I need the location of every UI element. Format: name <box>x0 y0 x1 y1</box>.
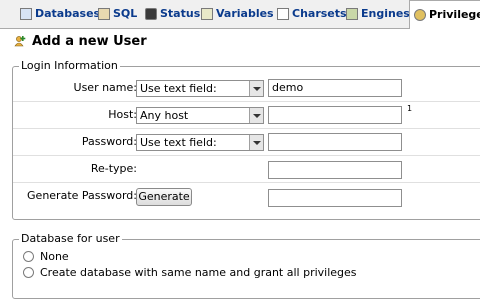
retype-input[interactable] <box>268 161 402 179</box>
retype-row: Re-type: <box>13 156 480 183</box>
generate-password-label: Generate Password: <box>27 189 137 202</box>
db-option-create-same-name[interactable]: Create database with same name and grant… <box>23 266 357 279</box>
variables-icon <box>201 8 213 20</box>
username-label: User name: <box>73 81 137 94</box>
tab-status-label: Status <box>160 7 201 20</box>
tab-status[interactable]: Status <box>145 3 200 25</box>
password-label: Password: <box>81 135 137 148</box>
tab-variables-label: Variables <box>216 7 274 20</box>
retype-label: Re-type: <box>90 162 137 175</box>
top-tab-bar: Databases SQL Status Variables Charsets … <box>0 0 480 29</box>
tab-charsets-label: Charsets <box>292 7 347 20</box>
password-input[interactable] <box>268 133 402 151</box>
tab-privileges[interactable]: Privileges <box>409 0 480 29</box>
generate-password-row: Generate Password: Generate <box>13 183 480 210</box>
password-mode-select[interactable]: Use text field: <box>136 134 264 151</box>
host-footnote-marker: 1 <box>407 104 413 113</box>
login-information-fieldset: Login Information User name: Use text fi… <box>12 59 480 220</box>
db-option-none-label: None <box>40 250 69 263</box>
privileges-icon <box>414 9 426 21</box>
tab-sql[interactable]: SQL <box>98 3 137 25</box>
chevron-down-icon[interactable] <box>249 135 263 150</box>
chevron-down-icon[interactable] <box>249 81 263 96</box>
host-row: Host: Any host 1 <box>13 102 480 129</box>
radio-none[interactable] <box>23 251 34 262</box>
tab-sql-label: SQL <box>113 7 138 20</box>
username-mode-select[interactable]: Use text field: <box>136 80 264 97</box>
radio-create-same-name[interactable] <box>23 267 34 278</box>
username-mode-value: Use text field: <box>140 82 217 95</box>
tab-engines-label: Engines <box>361 7 410 20</box>
username-input[interactable]: demo <box>268 79 402 97</box>
charsets-icon <box>277 8 289 20</box>
password-row: Password: Use text field: <box>13 129 480 156</box>
host-mode-select[interactable]: Any host <box>136 107 264 124</box>
databases-icon <box>20 8 32 20</box>
tab-charsets[interactable]: Charsets <box>277 3 347 25</box>
host-input[interactable] <box>268 106 402 124</box>
database-for-user-legend: Database for user <box>19 232 122 245</box>
generated-password-input[interactable] <box>268 189 402 207</box>
tab-engines[interactable]: Engines <box>346 3 410 25</box>
tab-privileges-label: Privileges <box>429 8 480 21</box>
host-mode-value: Any host <box>140 109 189 122</box>
generate-button[interactable]: Generate <box>136 188 192 206</box>
tab-databases[interactable]: Databases <box>20 3 100 25</box>
engines-icon <box>346 8 358 20</box>
db-option-none[interactable]: None <box>23 250 69 263</box>
tab-databases-label: Databases <box>35 7 101 20</box>
sql-icon <box>98 8 110 20</box>
page-title: Add a new User <box>14 32 147 50</box>
password-mode-value: Use text field: <box>140 136 217 149</box>
page-title-text: Add a new User <box>32 33 147 49</box>
database-for-user-fieldset: Database for user None Create database w… <box>12 232 480 299</box>
status-icon <box>145 8 157 20</box>
chevron-down-icon[interactable] <box>249 108 263 123</box>
host-label: Host: <box>108 108 137 121</box>
db-option-create-same-name-label: Create database with same name and grant… <box>40 266 357 279</box>
username-row: User name: Use text field: demo <box>13 75 480 102</box>
add-user-icon <box>14 35 26 47</box>
tab-variables[interactable]: Variables <box>201 3 274 25</box>
login-information-legend: Login Information <box>19 59 120 72</box>
